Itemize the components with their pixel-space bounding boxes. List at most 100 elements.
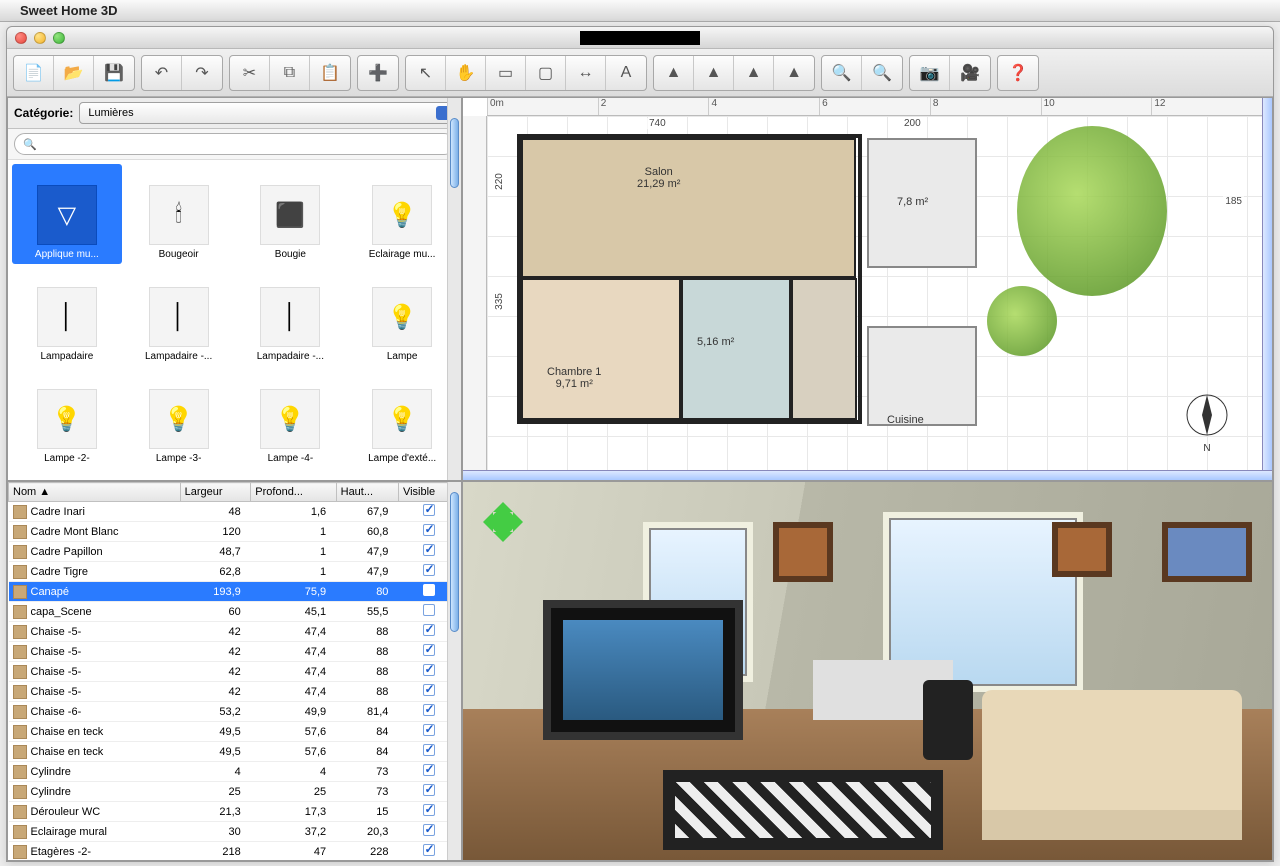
visible-checkbox[interactable]	[423, 524, 435, 536]
table-row[interactable]: Chaise -5-4247,488	[9, 682, 461, 702]
category-select[interactable]: Lumières	[79, 102, 455, 124]
3d-aerial-button[interactable]: ▲	[654, 56, 694, 90]
3d-modify-button[interactable]: ▲	[774, 56, 814, 90]
zoom-in-button[interactable]: 🔍	[822, 56, 862, 90]
visible-checkbox[interactable]	[423, 504, 435, 516]
window-titlebar[interactable]	[7, 27, 1273, 49]
copy-button[interactable]: ⧉	[270, 56, 310, 90]
table-row[interactable]: capa_Scene6045,155,5	[9, 602, 461, 622]
room-salon[interactable]	[521, 138, 856, 278]
undo-button[interactable]: ↶	[142, 56, 182, 90]
zoom-button[interactable]	[53, 32, 65, 44]
table-row[interactable]: Chaise en teck49,557,684	[9, 722, 461, 742]
table-header[interactable]: Largeur	[180, 483, 251, 502]
visible-checkbox[interactable]	[423, 604, 435, 616]
catalog-item[interactable]: │Lampadaire -...	[236, 266, 346, 366]
room-chambre[interactable]	[521, 278, 681, 420]
furniture-scrollbar[interactable]	[447, 482, 461, 860]
furniture-table[interactable]: Nom ▲LargeurProfond...Haut...Visible Cad…	[8, 482, 461, 860]
3d-top-button[interactable]: ▲	[734, 56, 774, 90]
app-menu-title[interactable]: Sweet Home 3D	[20, 3, 118, 18]
nav-left-icon[interactable]	[473, 512, 493, 532]
zoom-out-button[interactable]: 🔍	[862, 56, 902, 90]
visible-checkbox[interactable]	[423, 644, 435, 656]
nav-up-icon[interactable]	[493, 492, 513, 512]
dimension-button[interactable]: ↔	[566, 56, 606, 90]
plan-pane[interactable]: 0m24681012 740 200 185 220 335 Salon21,2…	[462, 97, 1273, 481]
nav-right-icon[interactable]	[513, 512, 533, 532]
catalog-item[interactable]: 💡Eclairage mu...	[347, 164, 457, 264]
select-button[interactable]: ↖	[406, 56, 446, 90]
room-bathroom[interactable]	[681, 278, 791, 420]
catalog-item[interactable]: 💡Lampe d'exté...	[347, 368, 457, 468]
help-button[interactable]: ❓	[998, 56, 1038, 90]
table-row[interactable]: Chaise en teck49,557,684	[9, 742, 461, 762]
tree-2[interactable]	[987, 286, 1057, 356]
table-row[interactable]: Etagères -2-21847228	[9, 842, 461, 861]
table-row[interactable]: Canapé193,975,980	[9, 582, 461, 602]
catalog-scrollbar[interactable]	[447, 98, 461, 480]
catalog-item[interactable]: │Lampadaire -...	[124, 266, 234, 366]
catalog-item[interactable]: 💡Lampe	[347, 266, 457, 366]
table-row[interactable]: Cylindre252573	[9, 782, 461, 802]
visible-checkbox[interactable]	[423, 544, 435, 556]
tree-1[interactable]	[1017, 126, 1167, 296]
nav-center-icon[interactable]	[491, 510, 515, 534]
3d-virtual-button[interactable]: ▲	[694, 56, 734, 90]
catalog-search-input[interactable]: 🔍	[14, 133, 455, 155]
catalog-item[interactable]: ▽Applique mu...	[12, 164, 122, 264]
plan-canvas[interactable]: 740 200 185 220 335 Salon21,29 m² Chambr…	[487, 116, 1262, 470]
wall-button[interactable]: ▭	[486, 56, 526, 90]
visible-checkbox[interactable]	[423, 584, 435, 596]
catalog-item[interactable]: 💡Lampe -3-	[124, 368, 234, 468]
view-3d-pane[interactable]	[462, 481, 1273, 861]
visible-checkbox[interactable]	[423, 724, 435, 736]
close-button[interactable]	[15, 32, 27, 44]
catalog-item[interactable]: │Lampadaire	[12, 266, 122, 366]
visible-checkbox[interactable]	[423, 664, 435, 676]
visible-checkbox[interactable]	[423, 684, 435, 696]
catalog-grid[interactable]: ▽Applique mu...🕯Bougeoir⬛Bougie💡Eclairag…	[8, 160, 461, 480]
visible-checkbox[interactable]	[423, 844, 435, 856]
text-button[interactable]: A	[606, 56, 646, 90]
table-row[interactable]: Cadre Inari481,667,9	[9, 502, 461, 522]
visible-checkbox[interactable]	[423, 804, 435, 816]
table-row[interactable]: Chaise -5-4247,488	[9, 622, 461, 642]
table-row[interactable]: Eclairage mural3037,220,3	[9, 822, 461, 842]
nav-3d-controls[interactable]	[473, 492, 533, 552]
table-row[interactable]: Chaise -5-4247,488	[9, 662, 461, 682]
table-header[interactable]: Profond...	[251, 483, 336, 502]
plan-scrollbar-h[interactable]	[463, 470, 1272, 480]
redo-button[interactable]: ↷	[182, 56, 222, 90]
table-row[interactable]: Chaise -6-53,249,981,4	[9, 702, 461, 722]
table-row[interactable]: Cadre Mont Blanc120160,8	[9, 522, 461, 542]
room-cuisine[interactable]	[867, 326, 977, 426]
table-row[interactable]: Cylindre4473	[9, 762, 461, 782]
catalog-item[interactable]: 💡Lampe -2-	[12, 368, 122, 468]
new-button[interactable]: 📄	[14, 56, 54, 90]
pan-button[interactable]: ✋	[446, 56, 486, 90]
table-header[interactable]: Haut...	[336, 483, 398, 502]
add-furniture-button[interactable]: ➕	[358, 56, 398, 90]
visible-checkbox[interactable]	[423, 784, 435, 796]
visible-checkbox[interactable]	[423, 564, 435, 576]
catalog-item[interactable]: 💡Lampe -4-	[236, 368, 346, 468]
visible-checkbox[interactable]	[423, 744, 435, 756]
table-row[interactable]: Cadre Tigre62,8147,9	[9, 562, 461, 582]
visible-checkbox[interactable]	[423, 624, 435, 636]
table-row[interactable]: Dérouleur WC21,317,315	[9, 802, 461, 822]
catalog-item[interactable]: 🕯Bougeoir	[124, 164, 234, 264]
nav-down-icon[interactable]	[493, 532, 513, 552]
visible-checkbox[interactable]	[423, 824, 435, 836]
save-button[interactable]: 💾	[94, 56, 134, 90]
cut-button[interactable]: ✂	[230, 56, 270, 90]
minimize-button[interactable]	[34, 32, 46, 44]
open-button[interactable]: 📂	[54, 56, 94, 90]
room-button[interactable]: ▢	[526, 56, 566, 90]
table-header[interactable]: Nom ▲	[9, 483, 181, 502]
visible-checkbox[interactable]	[423, 704, 435, 716]
catalog-item[interactable]: ⬛Bougie	[236, 164, 346, 264]
room-wc[interactable]	[791, 278, 857, 420]
visible-checkbox[interactable]	[423, 764, 435, 776]
video-button[interactable]: 🎥	[950, 56, 990, 90]
